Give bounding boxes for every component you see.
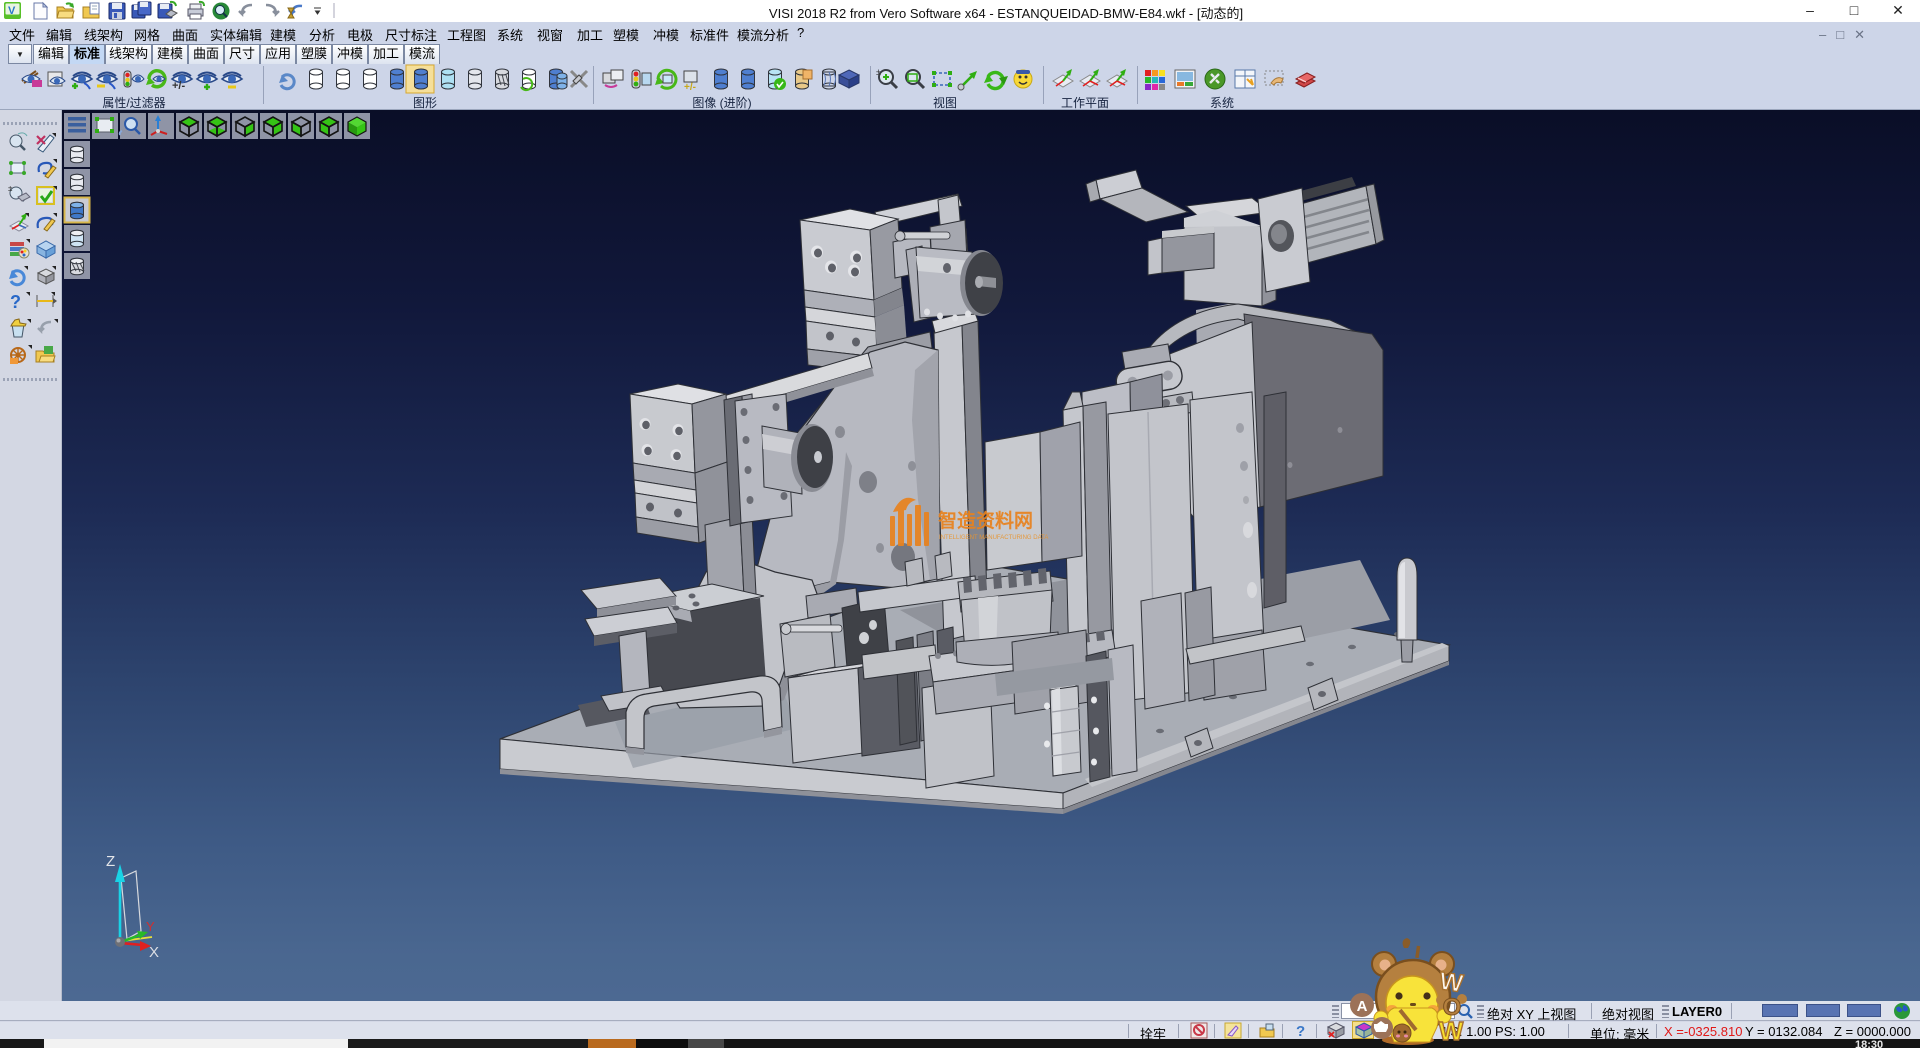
svg-text:±: ± bbox=[876, 67, 881, 77]
svg-text:+/-: +/- bbox=[172, 80, 185, 92]
svg-text:V: V bbox=[8, 5, 16, 17]
svg-text:?: ? bbox=[1296, 1023, 1305, 1039]
svg-text:Y: Y bbox=[146, 919, 155, 934]
svg-text:?: ? bbox=[10, 292, 21, 312]
svg-text:+/-: +/- bbox=[684, 82, 696, 93]
svg-text:INTELLIGENT MANUFACTURING DATA: INTELLIGENT MANUFACTURING DATA bbox=[939, 535, 1048, 541]
svg-text:智造资料网: 智造资料网 bbox=[938, 509, 1033, 532]
svg-text:Z: Z bbox=[106, 853, 115, 870]
svg-text:X: X bbox=[149, 944, 159, 961]
svg-text:W: W bbox=[1439, 1016, 1464, 1046]
svg-text:±: ± bbox=[8, 184, 13, 193]
svg-text:A: A bbox=[1357, 998, 1368, 1015]
